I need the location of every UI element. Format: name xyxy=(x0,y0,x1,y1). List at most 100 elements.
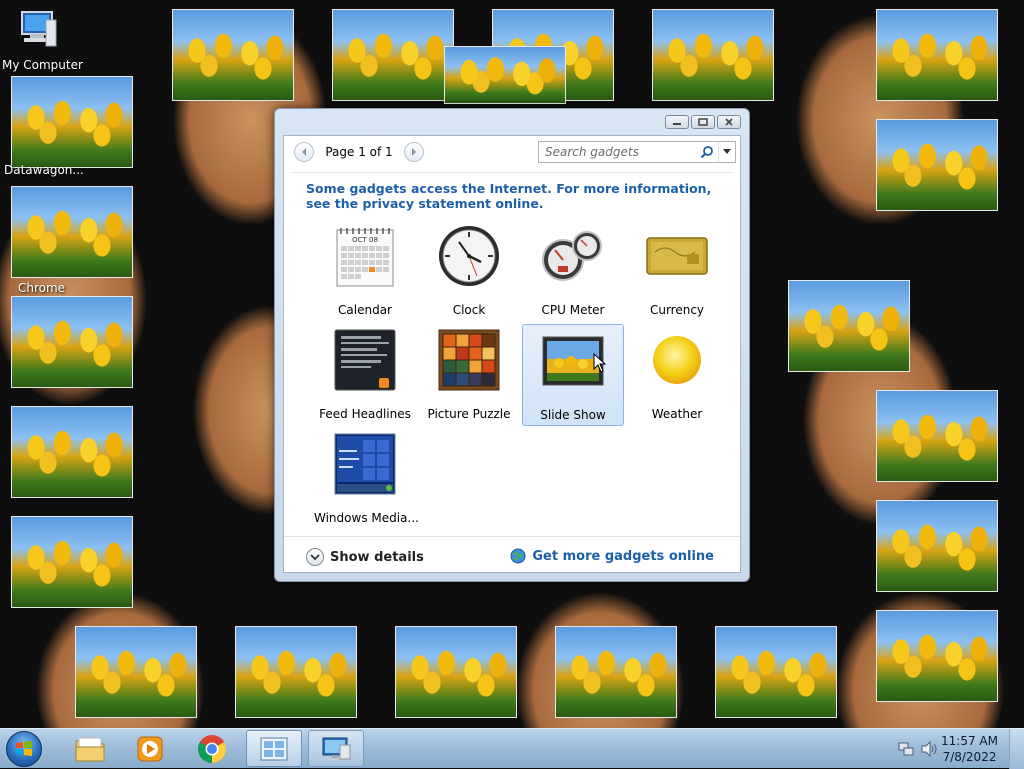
remote-desktop-icon xyxy=(322,737,351,760)
minimize-icon xyxy=(673,123,681,125)
system-clock[interactable]: 11:57 AM 7/8/2022 xyxy=(941,733,998,765)
taskbar: 11:57 AM 7/8/2022 xyxy=(0,728,1024,769)
taskbar-file-explorer[interactable] xyxy=(62,730,118,767)
search-gadgets-input[interactable] xyxy=(539,145,696,159)
search-gadgets-box xyxy=(538,141,736,163)
gadget-label: Clock xyxy=(452,303,486,317)
calendar-month-text: OCT 08 xyxy=(352,236,378,244)
show-desktop-button[interactable] xyxy=(1009,729,1024,769)
wallpaper-tile xyxy=(11,406,133,498)
search-icon xyxy=(700,146,713,159)
picture-puzzle-icon xyxy=(438,329,500,391)
mouse-cursor-icon xyxy=(593,353,607,373)
show-details-button[interactable]: Show details xyxy=(306,548,424,566)
weather-icon xyxy=(653,336,701,384)
wallpaper-tile xyxy=(11,516,133,608)
privacy-notice-link[interactable]: Some gadgets access the Internet. For mo… xyxy=(306,181,726,211)
globe-icon xyxy=(510,548,526,564)
wallpaper-tile xyxy=(11,186,133,278)
gadget-weather[interactable]: Weather xyxy=(626,324,728,426)
chevron-left-icon xyxy=(302,148,306,156)
taskbar-media-player[interactable] xyxy=(122,730,178,767)
close-icon xyxy=(725,118,733,126)
chrome-icon xyxy=(198,734,226,763)
show-details-label: Show details xyxy=(330,549,424,565)
close-button[interactable] xyxy=(717,115,741,129)
wallpaper-tile xyxy=(555,626,677,718)
window-controls xyxy=(665,115,741,129)
gadget-label: Windows Media... xyxy=(314,511,419,525)
gadget-label: Calendar xyxy=(338,303,392,317)
gadget-feed-headlines[interactable]: Feed Headlines xyxy=(314,324,416,426)
maximize-icon xyxy=(698,118,708,126)
gadgets-icon xyxy=(260,737,288,760)
taskbar-remote-desktop[interactable] xyxy=(308,730,364,767)
divider xyxy=(292,172,732,173)
footer-divider xyxy=(284,536,740,537)
computer-icon xyxy=(21,11,57,47)
gadget-label: Slide Show xyxy=(540,408,606,422)
wallpaper-tile xyxy=(876,390,998,482)
desktop-icon-label: Datawagon... xyxy=(4,163,84,177)
clock-time: 11:57 AM xyxy=(941,734,998,748)
chevron-right-icon xyxy=(412,148,416,156)
folder-icon xyxy=(75,737,105,761)
gadget-label: CPU Meter xyxy=(541,303,605,317)
gadget-cpu-meter[interactable]: CPU Meter xyxy=(522,220,624,322)
wallpaper-tile xyxy=(652,9,774,101)
get-more-gadgets-label: Get more gadgets online xyxy=(532,548,714,564)
clock-icon xyxy=(439,226,499,286)
gadget-label: Picture Puzzle xyxy=(427,407,511,421)
next-page-button[interactable] xyxy=(404,142,424,162)
chevron-down-icon xyxy=(310,554,320,561)
calendar-icon: OCT 08 xyxy=(336,228,394,287)
cpu-meter-icon xyxy=(542,231,602,281)
wallpaper-tile xyxy=(876,119,998,211)
feed-headlines-icon xyxy=(334,329,396,391)
chevron-down-icon xyxy=(723,149,731,154)
maximize-button[interactable] xyxy=(691,115,715,129)
gadget-slide-show[interactable]: Slide Show xyxy=(522,324,624,426)
gadget-gallery-body: Page 1 of 1 Some gadgets access the Inte… xyxy=(283,135,741,573)
wallpaper-tile xyxy=(788,280,910,372)
gadget-calendar[interactable]: OCT 08 Calendar xyxy=(314,220,416,322)
wallpaper-tile xyxy=(876,610,998,702)
search-button[interactable] xyxy=(696,142,718,162)
wallpaper-tile xyxy=(11,76,133,168)
search-dropdown-button[interactable] xyxy=(718,142,735,162)
wallpaper-tile xyxy=(876,9,998,101)
wallpaper-tile xyxy=(172,9,294,101)
taskbar-chrome[interactable] xyxy=(184,730,240,767)
media-player-icon xyxy=(137,736,163,761)
start-button[interactable] xyxy=(6,731,42,767)
minimize-button[interactable] xyxy=(665,115,689,129)
page-indicator: Page 1 of 1 xyxy=(325,145,393,159)
wallpaper-tile xyxy=(332,9,454,101)
notification-area: 11:57 AM 7/8/2022 xyxy=(884,729,1024,769)
gadget-label: Currency xyxy=(649,303,705,317)
clock-date: 7/8/2022 xyxy=(942,750,997,764)
gadget-windows-media-center[interactable]: Windows Media... xyxy=(314,428,419,530)
previous-page-button[interactable] xyxy=(294,142,314,162)
gadget-label: Feed Headlines xyxy=(319,407,411,421)
network-icon[interactable] xyxy=(898,741,914,757)
get-more-gadgets-link[interactable]: Get more gadgets online xyxy=(510,548,714,564)
desktop-icon-label: Chrome xyxy=(18,281,66,295)
windows-media-icon xyxy=(334,433,396,495)
gadget-label: Weather xyxy=(651,407,703,421)
gadget-currency[interactable]: Currency xyxy=(626,220,728,322)
gadget-clock[interactable]: Clock xyxy=(418,220,520,322)
wallpaper-tile xyxy=(11,296,133,388)
page-navigator: Page 1 of 1 xyxy=(294,142,424,162)
wallpaper-tile xyxy=(235,626,357,718)
windows-logo-icon xyxy=(16,741,32,756)
wallpaper-tile xyxy=(75,626,197,718)
wallpaper-tile xyxy=(715,626,837,718)
currency-icon xyxy=(646,237,708,275)
desktop-icon-label: My Computer xyxy=(2,58,83,72)
volume-icon[interactable] xyxy=(920,741,938,757)
taskbar-gadgets[interactable] xyxy=(246,730,302,767)
gadget-gallery-window: Page 1 of 1 Some gadgets access the Inte… xyxy=(274,108,750,582)
gadget-picture-puzzle[interactable]: Picture Puzzle xyxy=(418,324,520,426)
expand-circle xyxy=(306,548,324,566)
